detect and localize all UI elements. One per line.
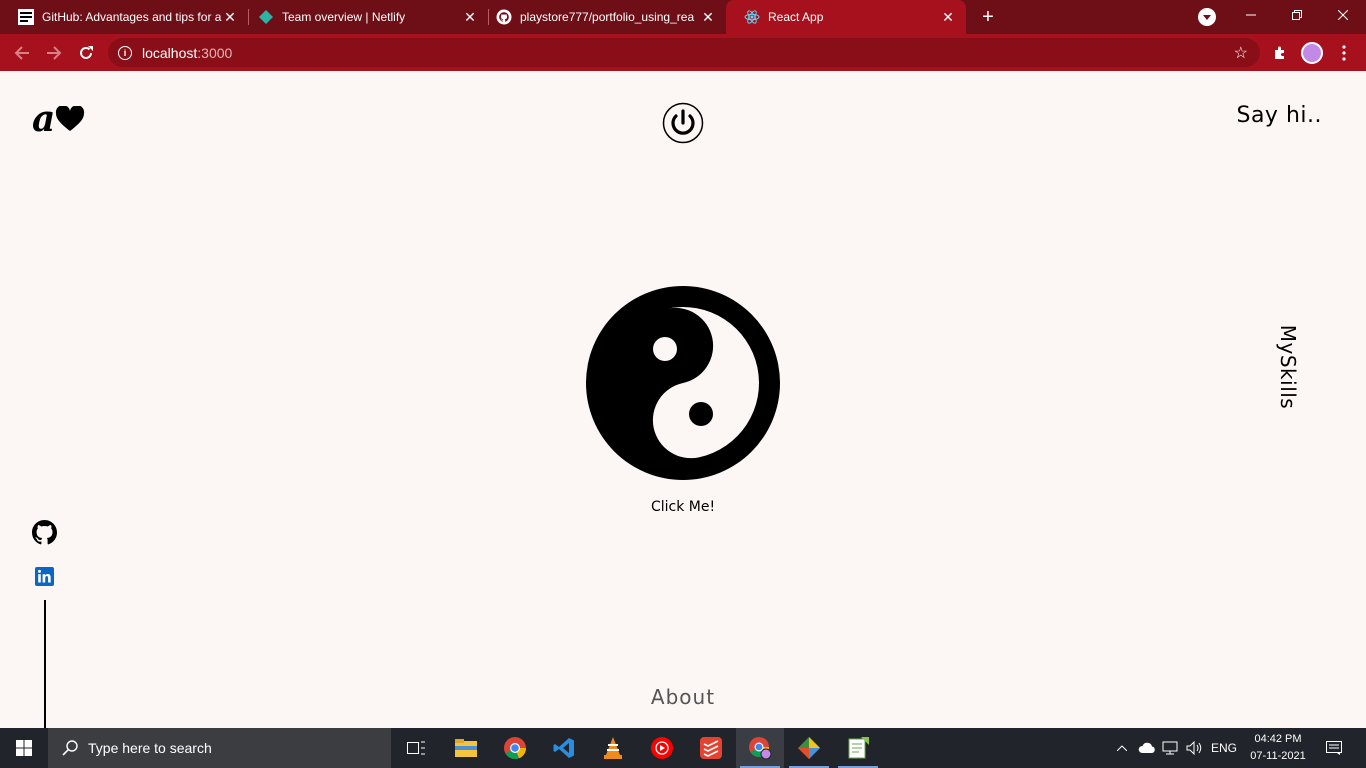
newsletter-favicon-icon xyxy=(18,9,34,25)
click-me-label: Click Me! xyxy=(650,499,716,515)
extensions-button[interactable] xyxy=(1266,39,1294,67)
chrome-profile-button[interactable] xyxy=(736,728,784,768)
minimize-button[interactable] xyxy=(1228,0,1274,30)
folder-icon xyxy=(455,739,477,757)
myskills-label: MySkills xyxy=(1276,324,1300,410)
close-window-button[interactable] xyxy=(1320,0,1366,30)
notepad-plus-button[interactable] xyxy=(834,728,882,768)
git-icon xyxy=(798,737,820,759)
site-info-icon[interactable]: i xyxy=(118,45,132,60)
say-hi-link[interactable]: Say hi.. xyxy=(1236,103,1322,128)
volume-tray-button[interactable] xyxy=(1184,728,1206,768)
tab-netlify[interactable]: Team overview | Netlify ✕ xyxy=(240,0,488,34)
cloud-icon xyxy=(1138,742,1155,753)
about-link[interactable]: About xyxy=(0,685,1366,709)
site-logo[interactable]: a xyxy=(32,101,85,137)
tab-github-portfolio[interactable]: playstore777/portfolio_using_rea ✕ xyxy=(478,0,726,34)
git-button[interactable] xyxy=(785,728,833,768)
language-indicator[interactable]: ENG xyxy=(1208,728,1240,768)
tab-github-advantages[interactable]: GitHub: Advantages and tips for a ✕ xyxy=(0,0,248,34)
notification-center-button[interactable] xyxy=(1316,728,1352,768)
file-explorer-button[interactable] xyxy=(442,728,490,768)
clock-date: 07-11-2021 xyxy=(1250,750,1306,762)
network-icon xyxy=(1162,741,1178,755)
tab-close-icon[interactable]: ✕ xyxy=(700,9,716,25)
tab-react-app[interactable]: React App ✕ xyxy=(726,0,966,34)
browser-tab-strip: GitHub: Advantages and tips for a ✕ Team… xyxy=(0,0,1366,34)
notification-icon xyxy=(1326,741,1342,755)
tab-title: React App xyxy=(768,10,824,24)
taskbar-clock[interactable]: 04:42 PM 07-11-2021 xyxy=(1244,731,1312,765)
youtube-music-icon xyxy=(651,737,673,759)
speaker-icon xyxy=(1186,741,1202,755)
search-placeholder: Type here to search xyxy=(88,740,212,756)
todoist-icon xyxy=(700,737,722,759)
show-hidden-icons-button[interactable] xyxy=(1112,728,1132,768)
taskbar-search-input[interactable]: Type here to search xyxy=(48,728,391,768)
netlify-favicon-icon xyxy=(258,9,274,25)
tab-close-icon[interactable]: ✕ xyxy=(462,9,478,25)
tab-title: Team overview | Netlify xyxy=(282,10,406,24)
tab-search-button[interactable] xyxy=(1198,8,1216,26)
clock-time: 04:42 PM xyxy=(1254,733,1302,745)
vlc-icon xyxy=(604,737,622,759)
chrome-profile-icon xyxy=(749,737,772,760)
tab-title: GitHub: Advantages and tips for a xyxy=(42,10,222,24)
network-tray-button[interactable] xyxy=(1160,728,1182,768)
tab-close-icon[interactable]: ✕ xyxy=(940,9,956,25)
back-button[interactable] xyxy=(8,39,36,67)
close-icon xyxy=(1338,10,1348,20)
reload-icon xyxy=(80,46,93,59)
minimize-icon xyxy=(1246,14,1256,16)
windows-taskbar: Type here to search ENG 04:42 PM 07-11-2… xyxy=(0,728,1366,768)
yin-yang-icon xyxy=(586,286,780,480)
chevron-down-icon xyxy=(1203,15,1211,20)
arrow-right-icon xyxy=(47,46,62,60)
heart-icon xyxy=(56,106,85,131)
page-content: a Say hi.. Click Me! MySkills About xyxy=(0,71,1366,728)
address-host: localhost xyxy=(142,44,198,61)
notepad-plus-icon xyxy=(848,737,869,759)
github-favicon-icon xyxy=(496,9,512,25)
tab-title: playstore777/portfolio_using_rea xyxy=(520,10,695,24)
search-icon xyxy=(62,740,78,756)
address-port: :3000 xyxy=(197,44,233,61)
youtube-music-button[interactable] xyxy=(638,728,686,768)
onedrive-tray-button[interactable] xyxy=(1136,728,1158,768)
bookmark-star-icon[interactable]: ☆ xyxy=(1234,43,1248,63)
myskills-link[interactable]: MySkills xyxy=(1264,319,1312,415)
task-view-button[interactable] xyxy=(392,728,440,768)
power-button[interactable] xyxy=(662,102,704,144)
browser-toolbar: i localhost:3000 ☆ xyxy=(0,34,1366,71)
restore-icon xyxy=(1292,10,1302,20)
arrow-left-icon xyxy=(14,46,29,60)
github-icon[interactable] xyxy=(32,520,57,545)
task-view-icon xyxy=(407,741,425,755)
yin-yang-button[interactable] xyxy=(585,285,781,481)
start-button[interactable] xyxy=(0,728,48,768)
chrome-icon xyxy=(504,737,526,759)
profile-button[interactable] xyxy=(1298,39,1326,67)
puzzle-icon xyxy=(1275,46,1284,59)
tab-close-icon[interactable]: ✕ xyxy=(222,9,238,25)
address-bar[interactable]: i localhost:3000 ☆ xyxy=(108,38,1260,67)
linkedin-icon[interactable] xyxy=(35,567,54,586)
vscode-button[interactable] xyxy=(540,728,588,768)
restore-button[interactable] xyxy=(1274,0,1320,30)
avatar xyxy=(1301,42,1323,64)
logo-letter: a xyxy=(32,98,56,140)
new-tab-button[interactable]: + xyxy=(976,5,1000,29)
vlc-button[interactable] xyxy=(589,728,637,768)
kebab-menu-icon xyxy=(1342,45,1346,61)
menu-button[interactable] xyxy=(1330,39,1358,67)
windows-logo-icon xyxy=(16,740,32,756)
forward-button[interactable] xyxy=(40,39,68,67)
chrome-button[interactable] xyxy=(491,728,539,768)
todoist-button[interactable] xyxy=(687,728,735,768)
reload-button[interactable] xyxy=(72,39,100,67)
react-favicon-icon xyxy=(744,9,760,25)
chevron-up-icon xyxy=(1117,745,1127,751)
vscode-icon xyxy=(553,738,574,758)
